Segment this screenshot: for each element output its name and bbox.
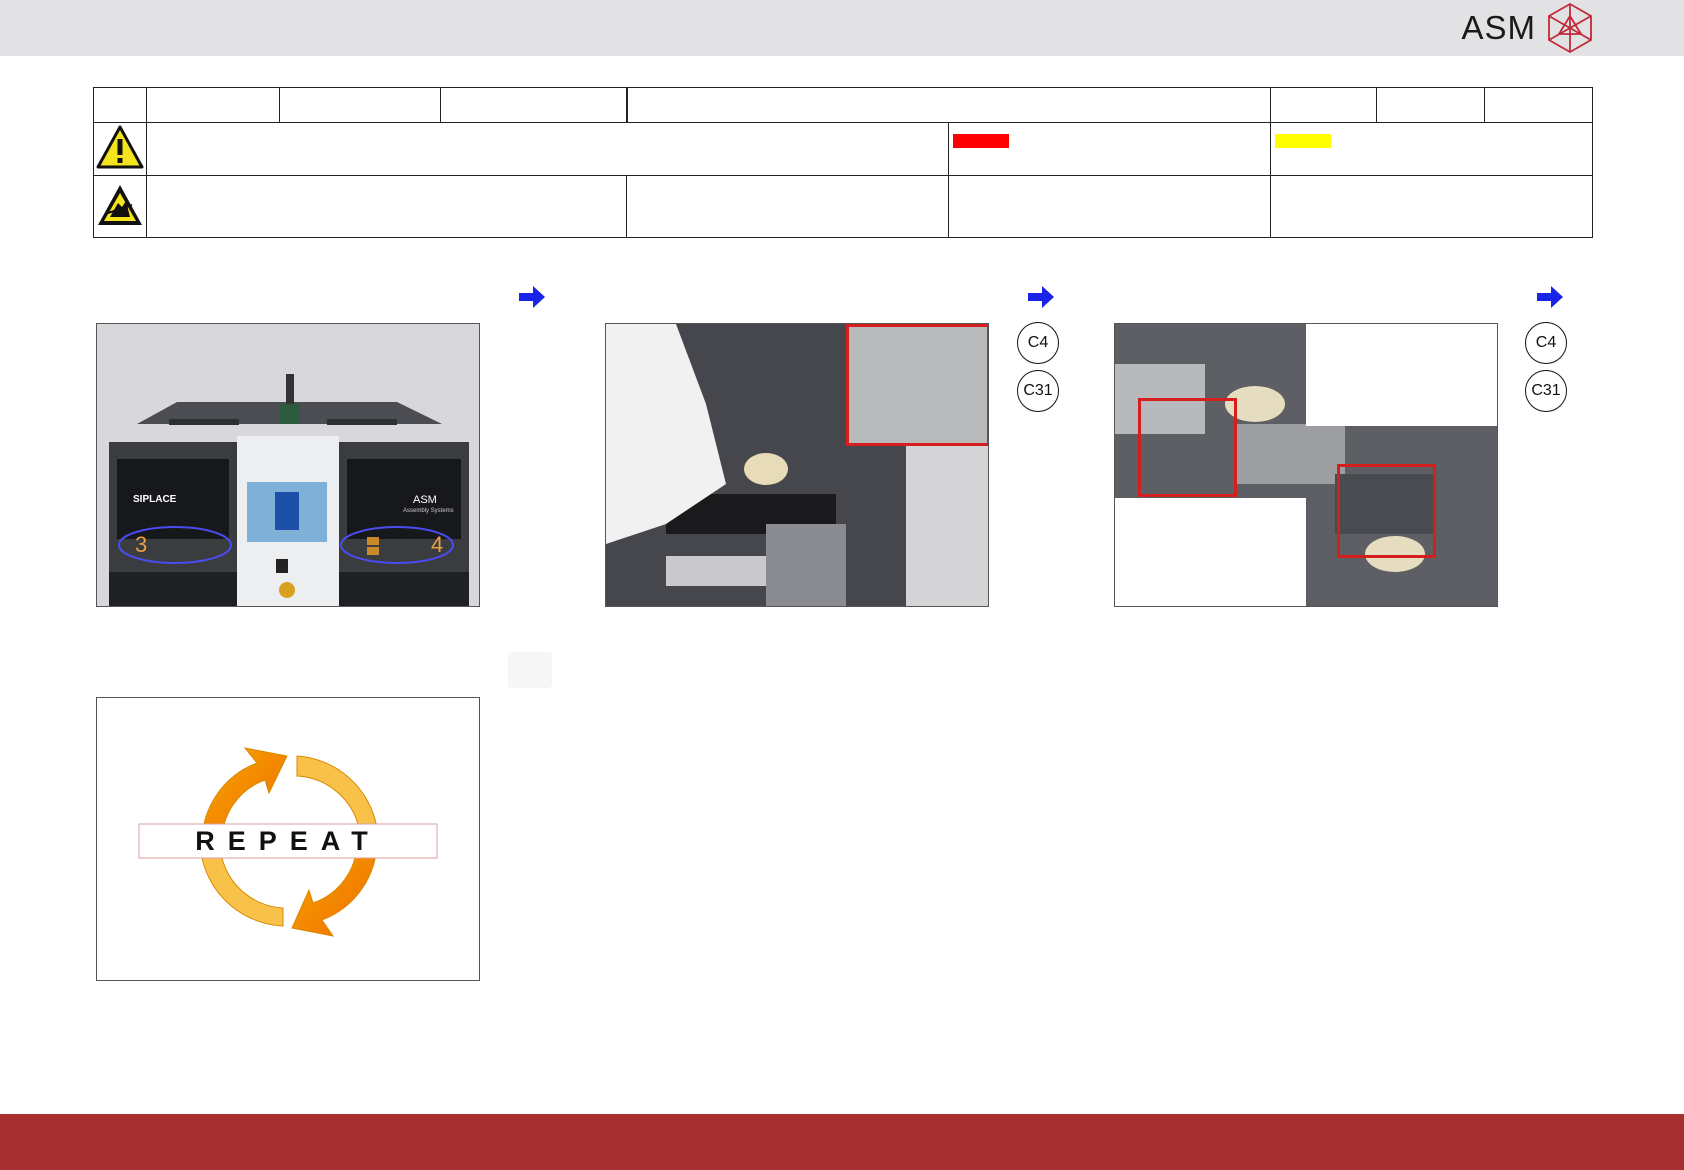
header-cell xyxy=(1484,86,1593,124)
esd-cell-3 xyxy=(948,174,1271,239)
yellow-level-cell xyxy=(1270,122,1593,176)
zoom-inset xyxy=(846,324,988,446)
gantry-hand-photo xyxy=(605,323,989,607)
esd-cell xyxy=(93,174,147,239)
header-cell xyxy=(1270,86,1377,124)
header-cell xyxy=(146,86,280,124)
header-cell xyxy=(625,86,1271,124)
machine-brand-right: ASM xyxy=(413,494,437,506)
red-swatch xyxy=(953,134,1009,149)
esd-cell-2 xyxy=(626,174,949,239)
bottom-bar xyxy=(0,1114,1684,1170)
warning-text-cell xyxy=(146,122,949,176)
asm-logo-mark-icon xyxy=(1548,2,1592,54)
highlight-box xyxy=(1337,464,1436,558)
esd-warning-icon xyxy=(98,184,142,225)
machine-brand-left: SIPLACE xyxy=(133,494,177,505)
tag-c4: C4 xyxy=(1525,322,1567,364)
esd-text-cell xyxy=(146,174,627,239)
tag-c4: C4 xyxy=(1017,322,1059,364)
warning-cell xyxy=(93,122,147,176)
blue-arrow-right-icon xyxy=(1028,286,1054,308)
gantry-cleaning-photo xyxy=(1114,323,1498,607)
highlight-box xyxy=(1138,398,1237,497)
machine-illustration xyxy=(109,374,469,606)
tag-c31: C31 xyxy=(1525,370,1567,412)
repeat-panel: REPEAT xyxy=(96,697,480,981)
header-cell xyxy=(1376,86,1485,124)
masked-area xyxy=(1306,324,1497,426)
tag-c31: C31 xyxy=(1017,370,1059,412)
blue-arrow-right-icon xyxy=(519,286,545,308)
header-table xyxy=(93,86,1593,239)
logo-text: ASM xyxy=(1461,9,1536,46)
machine-number-right: 4 xyxy=(431,532,444,557)
header-cell xyxy=(93,86,147,124)
machine-brand-right-sub: Assembly Systems xyxy=(403,508,454,514)
blue-arrow-right-icon xyxy=(1537,286,1563,308)
header-cell xyxy=(279,86,441,124)
faint-placeholder xyxy=(508,652,552,688)
machine-front-photo: SIPLACE ASM Assembly Systems 3 4 xyxy=(96,323,480,607)
asm-logo: ASM xyxy=(1461,2,1594,54)
masked-area xyxy=(1115,498,1306,606)
repeat-label: REPEAT xyxy=(195,825,381,856)
warning-triangle-icon xyxy=(96,125,144,169)
red-level-cell xyxy=(948,122,1271,176)
esd-cell-4 xyxy=(1270,174,1593,239)
top-bar: ASM xyxy=(0,0,1684,56)
yellow-swatch xyxy=(1275,134,1331,149)
machine-number-left: 3 xyxy=(135,532,148,557)
header-cell xyxy=(440,86,627,124)
